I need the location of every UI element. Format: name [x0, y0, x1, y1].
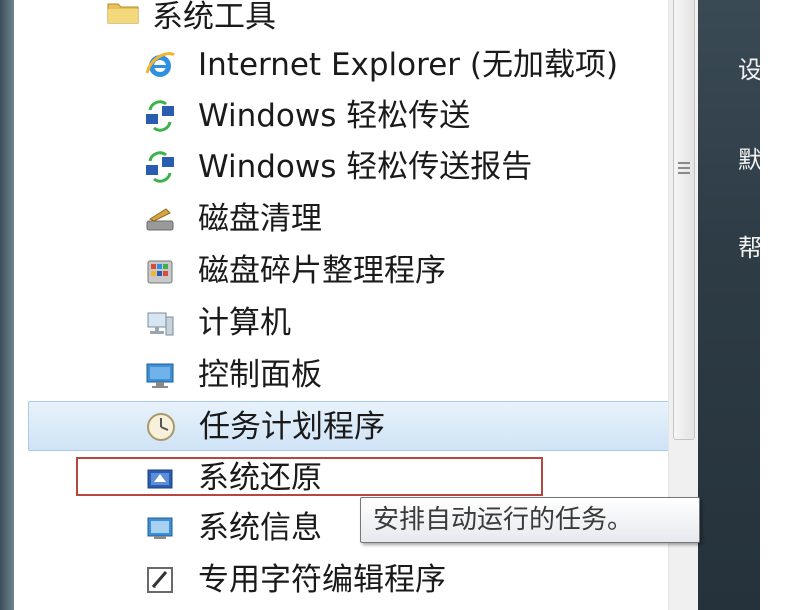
- right-pane-item-settings[interactable]: 设: [738, 50, 762, 85]
- folder-system-tools[interactable]: 系统工具: [28, 0, 676, 35]
- menu-item-windows-easy-transfer[interactable]: Windows 轻松传送: [28, 91, 676, 141]
- tooltip: 安排自动运行的任务。: [360, 497, 700, 543]
- easy-transfer-report-icon: [144, 151, 176, 183]
- menu-item-label: Internet Explorer (无加载项): [198, 47, 619, 83]
- right-pane-item-default[interactable]: 默: [738, 140, 762, 175]
- menu-item-label: 磁盘碎片整理程序: [198, 253, 446, 289]
- computer-icon: [144, 307, 176, 339]
- menu-item-computer[interactable]: 计算机: [28, 298, 676, 348]
- disk-cleanup-icon: [144, 203, 176, 235]
- private-character-editor-icon: [144, 564, 176, 596]
- scroll-grip-icon: [678, 162, 690, 178]
- menu-item-label: 计算机: [198, 305, 291, 341]
- menu-item-disk-defragmenter[interactable]: 磁盘碎片整理程序: [28, 246, 676, 296]
- outside-background: [760, 0, 796, 610]
- right-pane-item-help[interactable]: 帮: [738, 228, 762, 263]
- menu-item-label: 任务计划程序: [199, 409, 385, 445]
- menu-item-disk-cleanup[interactable]: 磁盘清理: [28, 194, 676, 244]
- menu-item-internet-explorer[interactable]: Internet Explorer (无加载项): [28, 40, 676, 90]
- menu-item-label: 专用字符编辑程序: [198, 562, 446, 598]
- control-panel-icon: [144, 359, 176, 391]
- scroll-thumb[interactable]: [673, 0, 695, 440]
- start-menu-screenshot: 系统工具 Internet Explorer (无加载项) Windows 轻松…: [0, 0, 796, 610]
- folder-label: 系统工具: [152, 0, 276, 35]
- menu-item-label: Windows 轻松传送报告: [198, 149, 533, 185]
- menu-item-label: 控制面板: [198, 357, 322, 393]
- menu-item-windows-easy-transfer-report[interactable]: Windows 轻松传送报告: [28, 142, 676, 192]
- system-information-icon: [144, 512, 176, 544]
- menu-item-label: 磁盘清理: [198, 201, 322, 237]
- menu-item-control-panel[interactable]: 控制面板: [28, 350, 676, 400]
- left-edge-strip: [0, 0, 14, 610]
- tooltip-text: 安排自动运行的任务。: [373, 505, 634, 535]
- menu-item-private-character-editor[interactable]: 专用字符编辑程序: [28, 555, 676, 605]
- menu-item-label: Windows 轻松传送: [198, 98, 471, 134]
- menu-item-task-scheduler[interactable]: 任务计划程序: [28, 401, 676, 451]
- menu-item-label: 系统信息: [198, 510, 322, 546]
- disk-defragmenter-icon: [144, 255, 176, 287]
- internet-explorer-icon: [144, 49, 176, 81]
- easy-transfer-icon: [144, 100, 176, 132]
- right-start-pane: 设 默 帮: [698, 0, 762, 610]
- folder-icon: [107, 3, 139, 24]
- highlight-outline-system-restore: [76, 457, 543, 496]
- task-scheduler-icon: [145, 411, 177, 443]
